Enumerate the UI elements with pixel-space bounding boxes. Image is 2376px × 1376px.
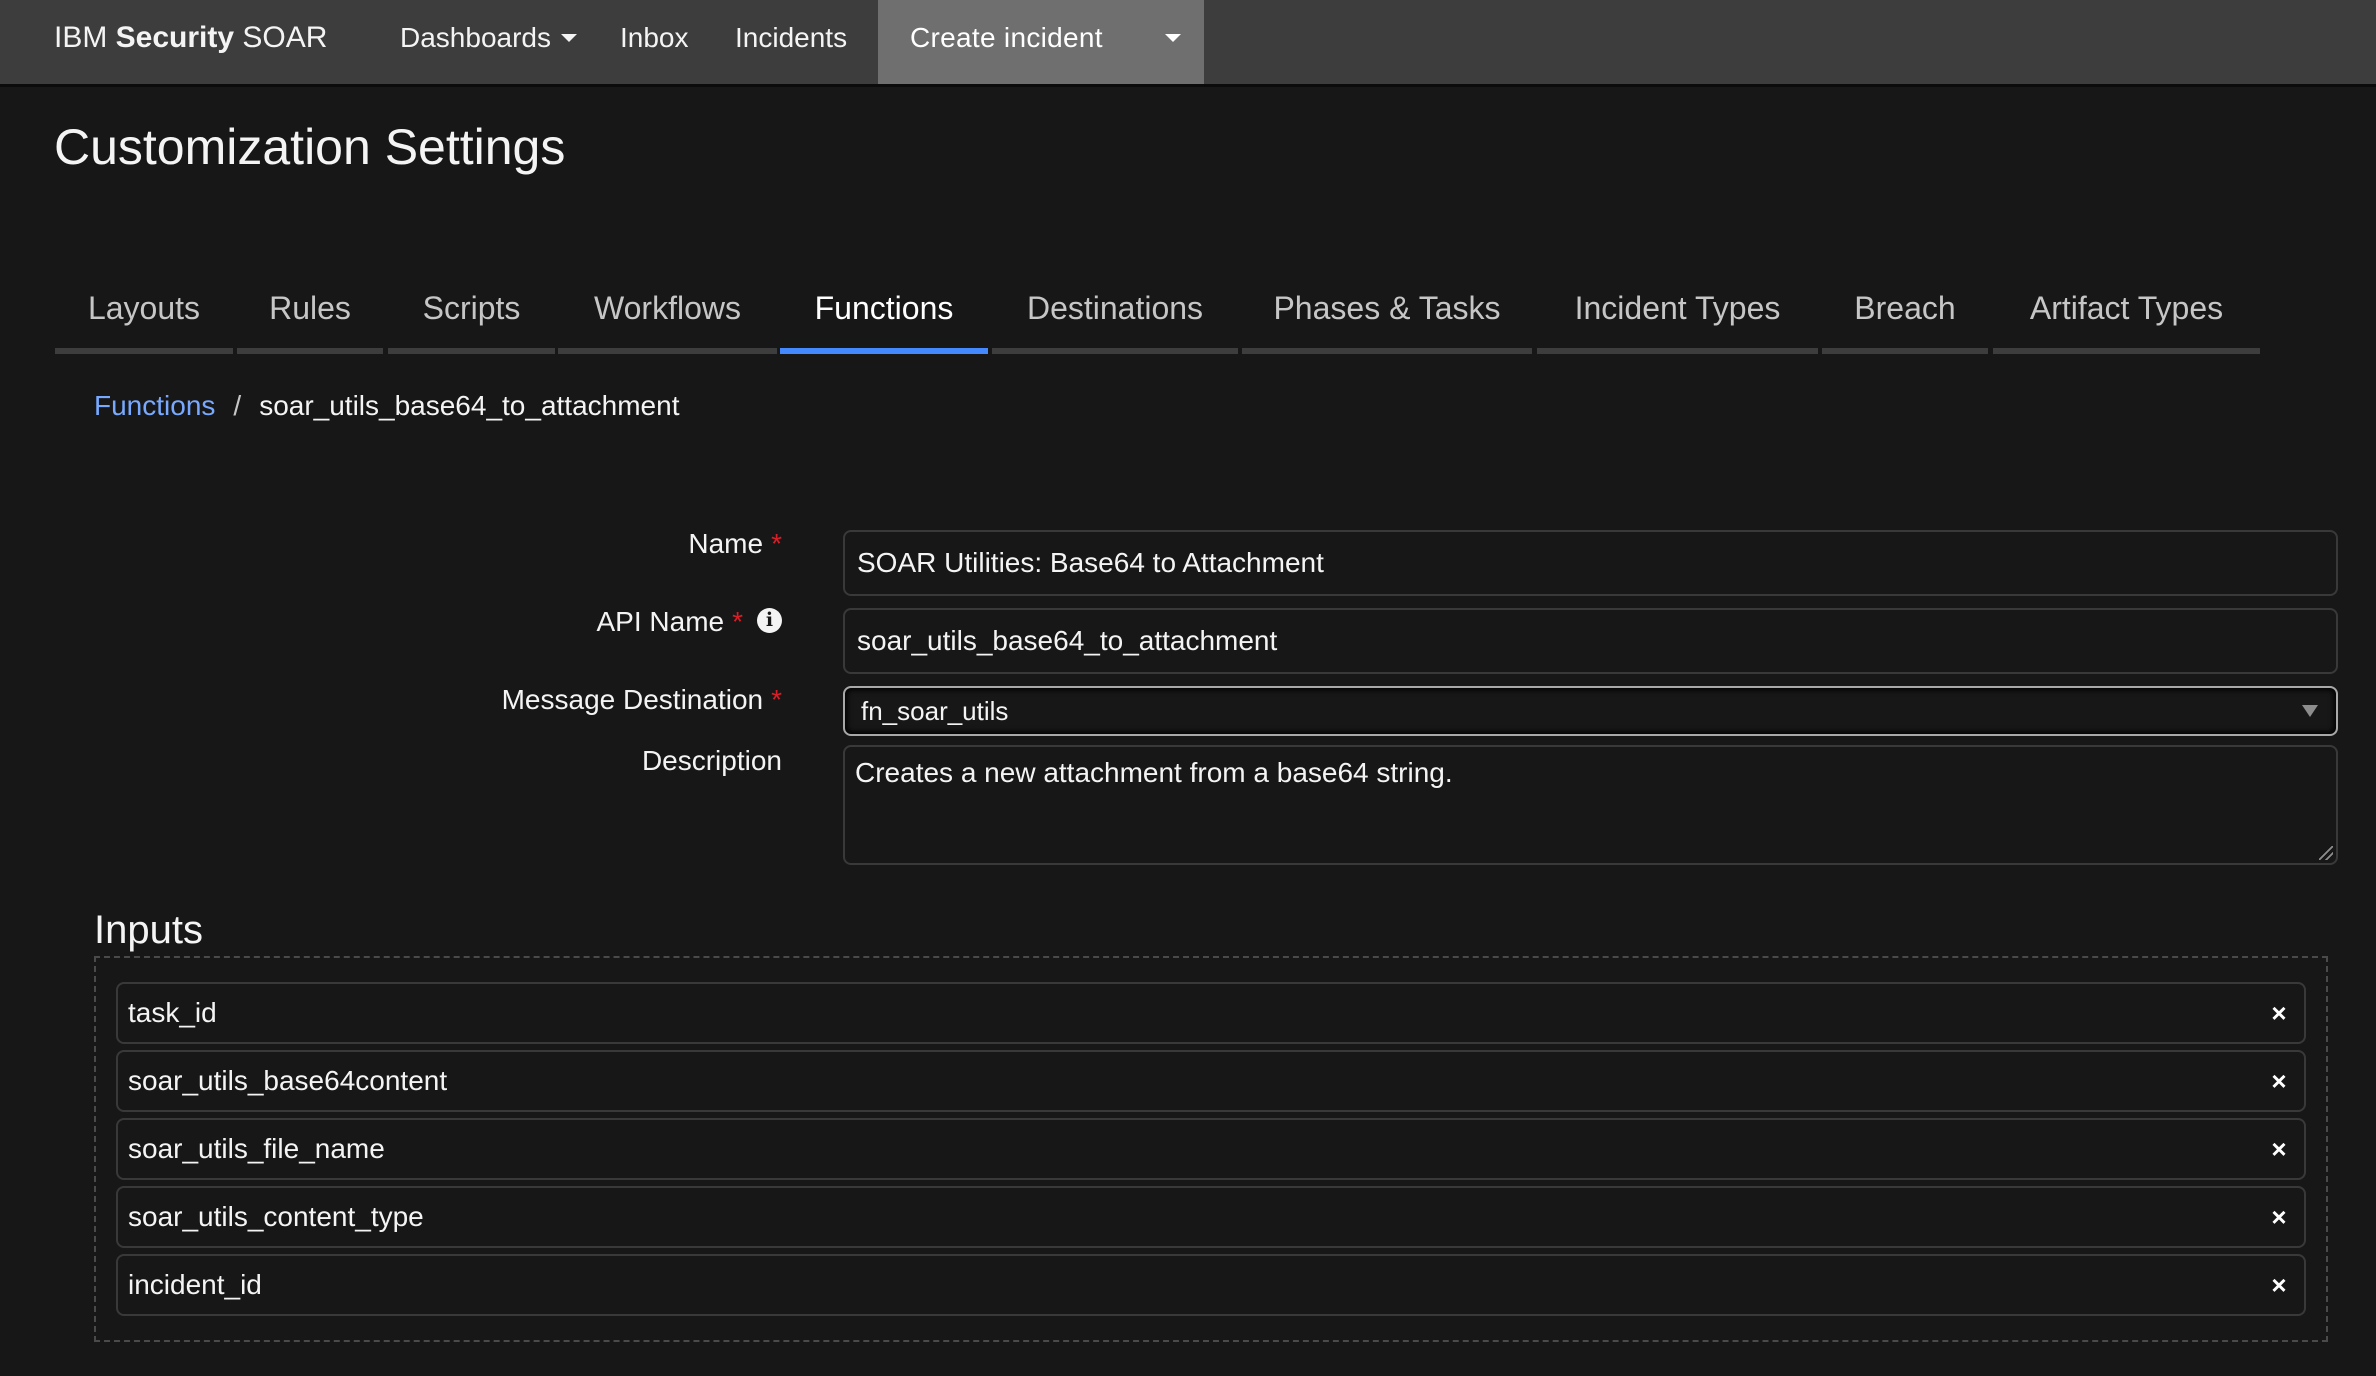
input-item[interactable]: soar_utils_file_name × bbox=[116, 1118, 2306, 1180]
tab-destinations[interactable]: Destinations bbox=[992, 280, 1238, 354]
message-destination-label-text: Message Destination bbox=[501, 684, 764, 715]
name-label: Name * bbox=[688, 528, 782, 560]
breadcrumb-functions-link[interactable]: Functions bbox=[94, 390, 215, 421]
page-title: Customization Settings bbox=[54, 119, 566, 175]
nav-incidents[interactable]: Incidents bbox=[735, 0, 847, 84]
tab-label: Incident Types bbox=[1574, 290, 1781, 326]
message-destination-label: Message Destination * bbox=[502, 684, 782, 716]
input-item[interactable]: soar_utils_base64content × bbox=[116, 1050, 2306, 1112]
api-name-input[interactable]: soar_utils_base64_to_attachment bbox=[843, 608, 2338, 674]
breadcrumb-current: soar_utils_base64_to_attachment bbox=[259, 390, 680, 421]
input-name: task_id bbox=[128, 997, 217, 1028]
description-value: Creates a new attachment from a base64 s… bbox=[855, 757, 1453, 788]
nav-dashboards-label: Dashboards bbox=[400, 22, 551, 53]
tab-scripts[interactable]: Scripts bbox=[388, 280, 555, 354]
resize-handle-icon[interactable] bbox=[2319, 846, 2333, 860]
message-destination-value: fn_soar_utils bbox=[861, 696, 1009, 726]
chevron-down-icon bbox=[560, 33, 577, 42]
close-icon[interactable]: × bbox=[2264, 998, 2294, 1028]
breadcrumb: Functions / soar_utils_base64_to_attachmen… bbox=[94, 386, 679, 426]
required-marker: * bbox=[771, 684, 782, 715]
close-icon[interactable]: × bbox=[2264, 1270, 2294, 1300]
nav-inbox-label: Inbox bbox=[620, 22, 689, 53]
tab-artifact-types[interactable]: Artifact Types bbox=[1993, 280, 2260, 354]
tab-label: Rules bbox=[269, 290, 351, 326]
tab-phases-tasks[interactable]: Phases & Tasks bbox=[1242, 280, 1532, 354]
tab-incident-types[interactable]: Incident Types bbox=[1537, 280, 1818, 354]
settings-tabs: Layouts Rules Scripts Workflows Function… bbox=[0, 280, 2376, 360]
top-nav-bar: IBM Security SOAR Dashboards Inbox Incid… bbox=[0, 0, 2376, 87]
tab-workflows[interactable]: Workflows bbox=[558, 280, 777, 354]
brand-suffix: SOAR bbox=[234, 21, 328, 54]
inputs-drop-zone[interactable]: task_id × soar_utils_base64content × soa… bbox=[94, 956, 2328, 1342]
create-incident-dropdown-icon[interactable] bbox=[1158, 30, 1188, 50]
api-name-label: API Name * i bbox=[596, 606, 782, 638]
tab-label: Breach bbox=[1854, 290, 1956, 326]
tab-label: Phases & Tasks bbox=[1273, 290, 1501, 326]
input-name: incident_id bbox=[128, 1269, 262, 1300]
name-label-text: Name bbox=[688, 528, 764, 559]
tab-rules[interactable]: Rules bbox=[237, 280, 383, 354]
input-item[interactable]: soar_utils_content_type × bbox=[116, 1186, 2306, 1248]
nav-dashboards[interactable]: Dashboards bbox=[400, 0, 577, 84]
tab-functions[interactable]: Functions bbox=[780, 280, 988, 354]
name-input[interactable]: SOAR Utilities: Base64 to Attachment bbox=[843, 530, 2338, 596]
info-icon[interactable]: i bbox=[757, 608, 782, 634]
nav-inbox[interactable]: Inbox bbox=[620, 0, 689, 84]
tab-label: Scripts bbox=[422, 290, 521, 326]
tab-label: Artifact Types bbox=[2029, 290, 2224, 326]
close-icon[interactable]: × bbox=[2264, 1066, 2294, 1096]
api-name-label-text: API Name bbox=[596, 606, 725, 637]
brand-logo[interactable]: IBM Security SOAR bbox=[54, 0, 327, 84]
required-marker: * bbox=[771, 528, 782, 559]
description-textarea[interactable]: Creates a new attachment from a base64 s… bbox=[843, 745, 2338, 865]
input-name: soar_utils_content_type bbox=[128, 1201, 424, 1232]
tab-layouts[interactable]: Layouts bbox=[55, 280, 233, 354]
input-item[interactable]: task_id × bbox=[116, 982, 2306, 1044]
create-incident-group: Create incident bbox=[878, 0, 1204, 84]
tab-breach[interactable]: Breach bbox=[1822, 280, 1988, 354]
brand-bold: Security bbox=[115, 21, 235, 54]
description-label-text: Description bbox=[641, 745, 782, 776]
tab-label: Functions bbox=[814, 290, 954, 326]
dropdown-arrow-icon bbox=[2302, 705, 2318, 717]
close-icon[interactable]: × bbox=[2264, 1202, 2294, 1232]
tab-label: Workflows bbox=[594, 290, 741, 326]
input-item[interactable]: incident_id × bbox=[116, 1254, 2306, 1316]
inputs-heading: Inputs bbox=[94, 908, 203, 952]
input-name: soar_utils_base64content bbox=[128, 1065, 448, 1096]
description-label: Description bbox=[642, 745, 782, 777]
brand-prefix: IBM bbox=[54, 21, 116, 54]
breadcrumb-separator: / bbox=[233, 390, 242, 421]
message-destination-select[interactable]: fn_soar_utils bbox=[843, 686, 2338, 736]
close-icon[interactable]: × bbox=[2264, 1134, 2294, 1164]
nav-incidents-label: Incidents bbox=[735, 22, 848, 53]
tab-label: Destinations bbox=[1026, 290, 1204, 326]
required-marker: * bbox=[732, 606, 743, 637]
create-incident-button[interactable]: Create incident bbox=[910, 0, 1103, 84]
tab-label: Layouts bbox=[87, 290, 201, 326]
input-name: soar_utils_file_name bbox=[128, 1133, 385, 1164]
